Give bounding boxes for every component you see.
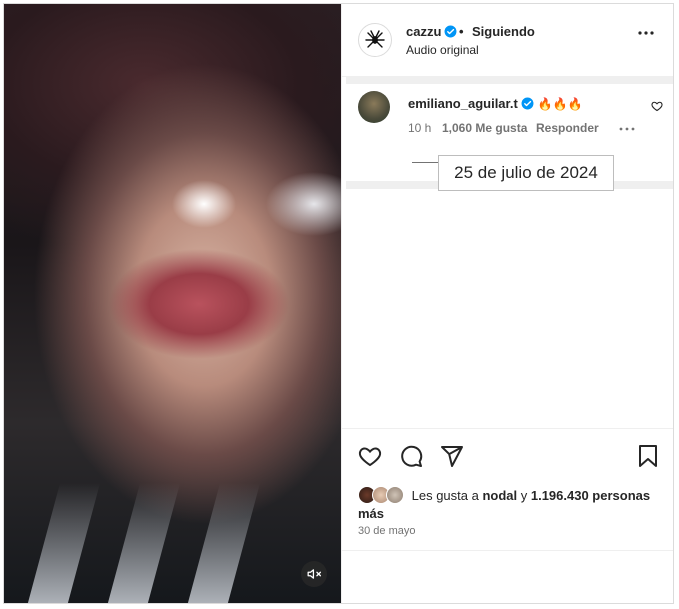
audio-link[interactable]: Audio original	[406, 43, 479, 57]
liker-avatar[interactable]	[386, 486, 404, 504]
liker-username[interactable]: nodal	[482, 488, 517, 503]
heart-icon[interactable]	[358, 444, 382, 468]
bookmark-icon[interactable]	[637, 444, 659, 468]
post-sidebar: cazzu • Siguiendo Audio original emilian…	[341, 4, 673, 603]
video-detail	[187, 483, 261, 603]
more-options-icon[interactable]	[637, 30, 655, 36]
post-video[interactable]	[4, 4, 341, 603]
video-detail	[27, 483, 101, 603]
annotation-pointer-line	[412, 162, 438, 163]
date-annotation-text: 25 de julio de 2024	[454, 163, 598, 182]
commenter-avatar[interactable]	[358, 91, 390, 123]
section-divider	[346, 76, 673, 84]
verified-badge-icon	[444, 25, 457, 38]
spider-logo-icon	[365, 30, 385, 48]
following-button[interactable]: Siguiendo	[472, 24, 535, 39]
liker-avatars	[358, 486, 408, 504]
likes-prefix: Les gusta a	[411, 488, 483, 503]
action-bar: Les gusta a nodal y 1.196.430 personas m…	[342, 428, 673, 569]
comment-likes[interactable]: 1,060 Me gusta	[442, 121, 527, 135]
post-dialog: cazzu • Siguiendo Audio original emilian…	[3, 3, 674, 604]
mute-toggle-button[interactable]	[301, 561, 327, 587]
separator-dot: •	[459, 24, 464, 39]
date-annotation-box: 25 de julio de 2024	[438, 155, 614, 191]
share-icon[interactable]	[440, 444, 464, 468]
commenter-username[interactable]: emiliano_aguilar.t	[408, 96, 518, 111]
reply-button[interactable]: Responder	[536, 121, 599, 135]
comment-time: 10 h	[408, 121, 432, 135]
author-username-text[interactable]: cazzu	[406, 24, 441, 39]
likes-summary: Les gusta a nodal y 1.196.430 personas m…	[358, 486, 663, 523]
verified-badge-icon	[521, 97, 534, 110]
comment-input-area	[342, 550, 673, 603]
author-username[interactable]: cazzu	[406, 24, 457, 39]
post-date[interactable]: 30 de mayo	[358, 525, 415, 537]
video-detail	[107, 483, 181, 603]
post-header: cazzu • Siguiendo Audio original	[342, 4, 673, 77]
author-avatar[interactable]	[358, 23, 392, 57]
comment-like-heart-icon[interactable]	[651, 100, 663, 112]
commenter-line: emiliano_aguilar.t 🔥🔥🔥	[408, 96, 583, 111]
muted-speaker-icon	[307, 569, 321, 579]
comment-text: 🔥🔥🔥	[537, 97, 583, 111]
comment-options-icon[interactable]	[619, 127, 635, 131]
likes-middle: y	[517, 488, 531, 503]
comment-icon[interactable]	[399, 444, 423, 468]
